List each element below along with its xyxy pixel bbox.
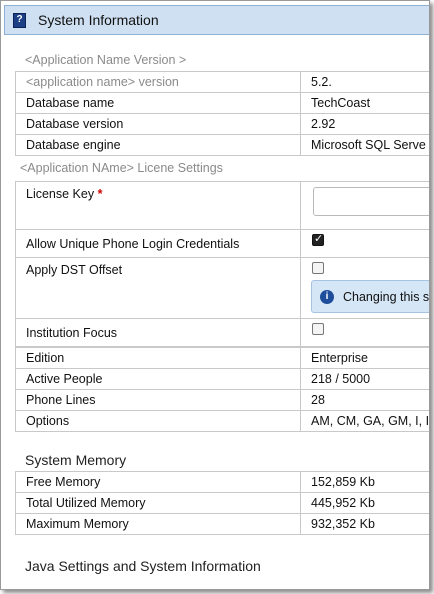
- row-value: 218 / 5000: [300, 368, 429, 390]
- app-section-heading: <Application Name Version >: [25, 53, 187, 67]
- row-label: Active People: [15, 368, 301, 390]
- license-info-table: Edition Enterprise Active People 218 / 5…: [15, 347, 429, 432]
- row-label: Database engine: [15, 134, 301, 156]
- row-label: Maximum Memory: [15, 513, 301, 535]
- license-key-label: License Key: [26, 187, 95, 201]
- row-value: Enterprise: [300, 347, 429, 369]
- row-label: Total Utilized Memory: [15, 492, 301, 514]
- allow-unique-checkbox[interactable]: [312, 232, 324, 246]
- institution-label: Institution Focus: [15, 318, 301, 347]
- institution-cell: [300, 318, 429, 347]
- allow-unique-cell: [300, 229, 429, 258]
- table-row: Free Memory 152,859 Kb: [15, 471, 429, 493]
- license-key-cell: [300, 181, 429, 230]
- dst-info-banner: i Changing this s: [311, 280, 430, 313]
- row-label: Database name: [15, 92, 301, 114]
- dst-cell: i Changing this s: [300, 257, 430, 319]
- table-row: Institution Focus: [15, 318, 429, 347]
- window-title: System Information: [38, 12, 159, 28]
- table-row: Options AM, CM, GA, GM, I, IM: [15, 410, 429, 432]
- row-value: 2.92: [300, 113, 429, 135]
- row-label: Options: [15, 410, 301, 432]
- info-icon: i: [320, 289, 334, 304]
- row-value: 932,352 Kb: [300, 513, 429, 535]
- table-row: Total Utilized Memory 445,952 Kb: [15, 492, 429, 514]
- table-row: Apply DST Offset i Changing this s: [15, 257, 430, 319]
- memory-table: Free Memory 152,859 Kb Total Utilized Me…: [15, 471, 429, 535]
- row-value: 28: [300, 389, 429, 411]
- table-row: License Key *: [15, 181, 429, 230]
- license-key-input[interactable]: [313, 187, 429, 216]
- table-row: Database version 2.92: [15, 113, 429, 135]
- title-bar: ? System Information: [4, 5, 429, 35]
- memory-section-heading: System Memory: [25, 452, 127, 468]
- app-info-table: <application name> version 5.2. Database…: [15, 71, 429, 156]
- allow-unique-label: Allow Unique Phone Login Credentials: [15, 229, 301, 258]
- table-row: Database engine Microsoft SQL Serve: [15, 134, 429, 156]
- row-label: Free Memory: [15, 471, 301, 493]
- content-area: <Application Name Version > <application…: [15, 35, 430, 576]
- row-value: 445,952 Kb: [300, 492, 429, 514]
- row-value: 152,859 Kb: [300, 471, 429, 493]
- required-marker: *: [97, 187, 103, 201]
- row-label: Edition: [15, 347, 301, 369]
- row-label: Database version: [15, 113, 301, 135]
- document-icon: ?: [13, 12, 26, 28]
- java-section-heading: Java Settings and System Information: [25, 558, 261, 574]
- table-row: Phone Lines 28: [15, 389, 429, 411]
- table-row: Allow Unique Phone Login Credentials: [15, 229, 429, 258]
- table-row: Edition Enterprise: [15, 347, 429, 369]
- license-key-label-cell: License Key *: [15, 181, 301, 230]
- row-value: 5.2.: [300, 71, 429, 93]
- table-row: Database name TechCoast: [15, 92, 429, 114]
- table-row: <application name> version 5.2.: [15, 71, 429, 93]
- table-row: Maximum Memory 932,352 Kb: [15, 513, 429, 535]
- license-section-heading: <Application NAme> Licene Settings: [20, 161, 223, 175]
- dst-label: Apply DST Offset: [15, 257, 301, 319]
- dst-info-text: Changing this s: [343, 289, 430, 304]
- institution-checkbox[interactable]: [312, 323, 324, 335]
- row-value: Microsoft SQL Serve: [300, 134, 429, 156]
- dst-checkbox[interactable]: [312, 262, 324, 274]
- row-label: Phone Lines: [15, 389, 301, 411]
- license-table: License Key * Allow Unique Phone Login C…: [15, 181, 430, 347]
- system-information-window: ? System Information <Application Name V…: [0, 0, 430, 590]
- row-label: <application name> version: [15, 71, 301, 93]
- row-value: AM, CM, GA, GM, I, IM: [300, 410, 429, 432]
- table-row: Active People 218 / 5000: [15, 368, 429, 390]
- row-value: TechCoast: [300, 92, 429, 114]
